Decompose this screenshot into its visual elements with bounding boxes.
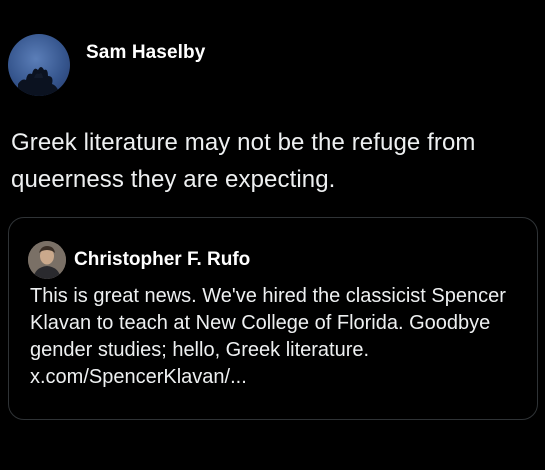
author-name[interactable]: Sam Haselby	[86, 42, 205, 64]
avatar-image	[18, 67, 60, 96]
quoted-avatar[interactable]	[28, 241, 66, 279]
quoted-author-name[interactable]: Christopher F. Rufo	[74, 249, 294, 271]
quoted-avatar-image	[28, 241, 66, 279]
post-text: Greek literature may not be the refuge f…	[11, 129, 476, 193]
name-truncation-fade	[278, 249, 294, 271]
post-header: Sam Haselby	[8, 34, 205, 96]
quoted-post-card[interactable]: Christopher F. Rufo This is great news. …	[8, 217, 538, 420]
quoted-post-header: Christopher F. Rufo	[28, 241, 294, 279]
quoted-author-name-text: Christopher F. Rufo	[74, 249, 251, 270]
avatar[interactable]	[8, 34, 70, 96]
post[interactable]: Sam Haselby Greek literature may not be …	[0, 0, 545, 470]
quoted-post-text: This is great news. We've hired the clas…	[30, 285, 506, 388]
